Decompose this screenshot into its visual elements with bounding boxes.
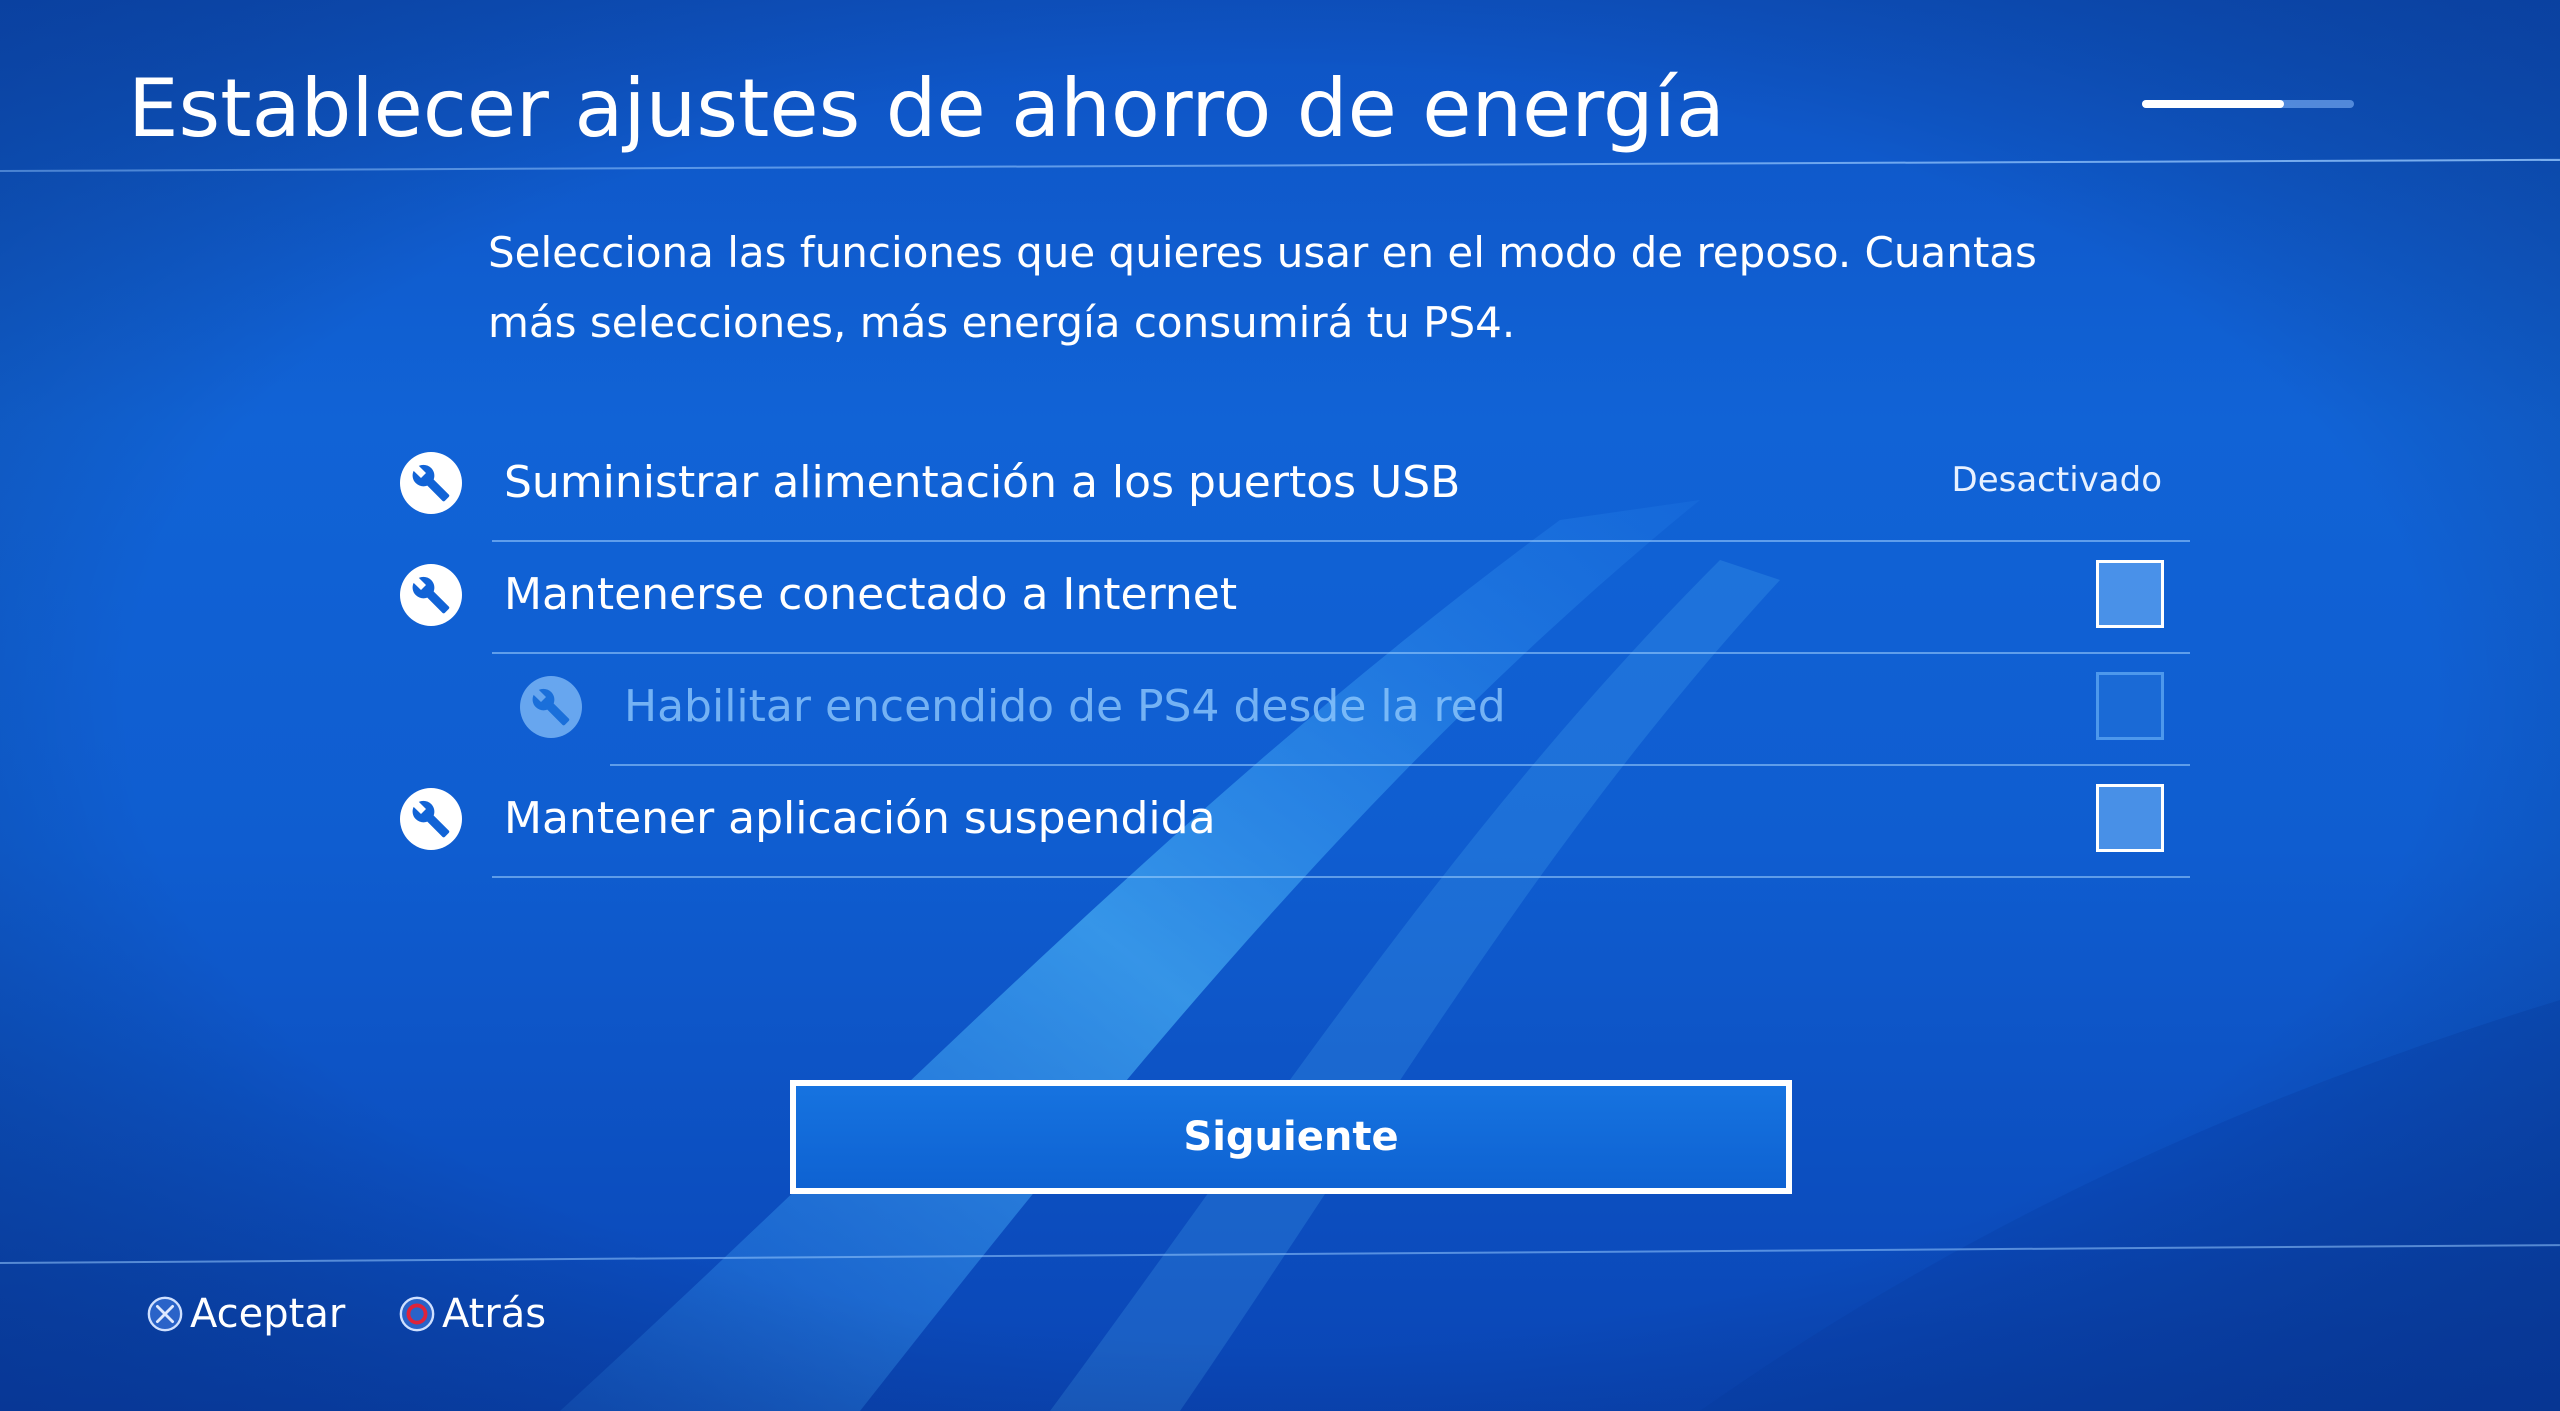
back-label: Atrás bbox=[442, 1291, 547, 1337]
power-settings-list: Suministrar alimentación a los puertos U… bbox=[400, 430, 2190, 878]
accept-label: Aceptar bbox=[190, 1291, 346, 1337]
wrench-icon bbox=[520, 676, 582, 738]
setting-keep-app-suspended[interactable]: Mantener aplicación suspendida bbox=[400, 766, 2190, 878]
setup-progress-bar bbox=[2142, 100, 2354, 108]
circle-button-icon bbox=[399, 1296, 435, 1332]
instructions-text: Selecciona las funciones que quieres usa… bbox=[488, 228, 2037, 347]
cross-button-icon bbox=[147, 1296, 183, 1332]
setting-label: Mantener aplicación suspendida bbox=[504, 793, 1216, 844]
power-save-settings-screen: Establecer ajustes de ahorro de energía … bbox=[0, 0, 2560, 1411]
setting-label: Suministrar alimentación a los puertos U… bbox=[504, 457, 1461, 508]
network-power-on-checkbox bbox=[2096, 672, 2164, 740]
wrench-icon bbox=[400, 564, 462, 626]
row-divider bbox=[492, 876, 2190, 878]
page-title: Establecer ajustes de ahorro de energía bbox=[128, 62, 1725, 155]
footer-hint-accept[interactable]: Aceptar bbox=[146, 1288, 345, 1340]
stay-connected-checkbox[interactable] bbox=[2096, 560, 2164, 628]
setting-value: Desactivado bbox=[1951, 460, 2162, 500]
setting-label: Habilitar encendido de PS4 desde la red bbox=[624, 681, 1506, 732]
footer-hint-back[interactable]: Atrás bbox=[398, 1288, 546, 1340]
setup-progress-fill bbox=[2142, 100, 2285, 108]
setting-network-power-on: Habilitar encendido de PS4 desde la red bbox=[400, 654, 2190, 766]
footer-divider bbox=[0, 1244, 2560, 1264]
setting-stay-connected[interactable]: Mantenerse conectado a Internet bbox=[400, 542, 2190, 654]
wrench-icon bbox=[400, 788, 462, 850]
wrench-icon bbox=[400, 452, 462, 514]
keep-app-suspended-checkbox[interactable] bbox=[2096, 784, 2164, 852]
next-button[interactable]: Siguiente bbox=[790, 1080, 1792, 1194]
setting-label: Mantenerse conectado a Internet bbox=[504, 569, 1238, 620]
setting-usb-power[interactable]: Suministrar alimentación a los puertos U… bbox=[400, 430, 2190, 542]
header-divider bbox=[0, 158, 2560, 172]
